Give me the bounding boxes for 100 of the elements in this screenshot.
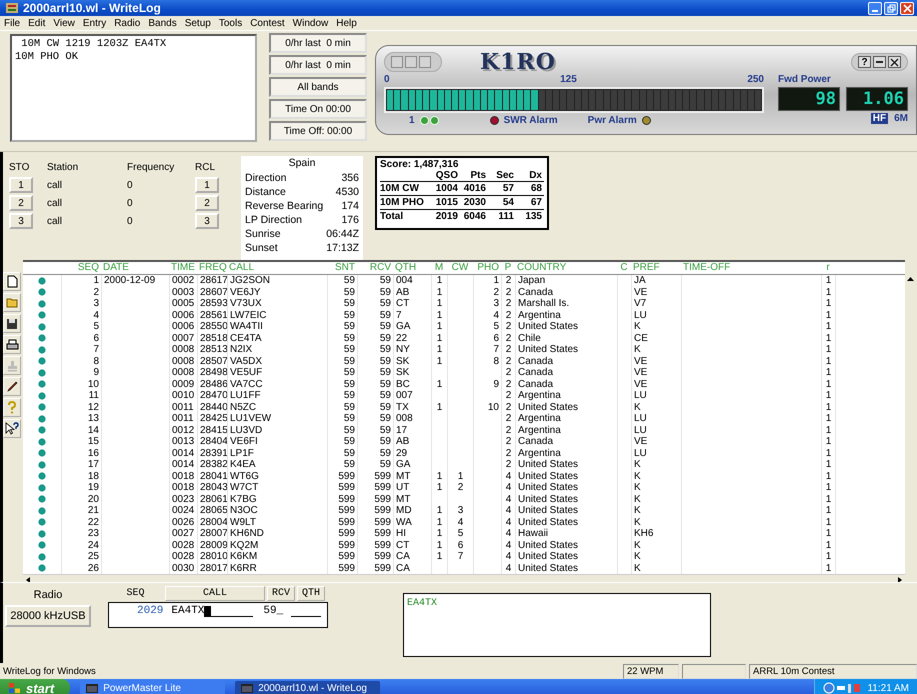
- table-cell: 59: [344, 378, 355, 390]
- toolbar-button[interactable]: [3, 335, 21, 354]
- table-cell: 008: [396, 413, 413, 424]
- table-cell: 4: [506, 551, 512, 562]
- menu-item[interactable]: Help: [336, 18, 357, 28]
- help-button[interactable]: ?: [858, 56, 871, 68]
- toolbar-button[interactable]: [3, 377, 21, 396]
- table-cell: K: [634, 459, 641, 470]
- table-cell: 1: [826, 459, 832, 470]
- status-panel: [682, 664, 746, 678]
- menu-item[interactable]: Edit: [28, 18, 46, 28]
- table-cell: 24: [88, 540, 99, 550]
- field-header[interactable]: RCV: [267, 586, 296, 601]
- status-dot-icon: [38, 495, 46, 504]
- table-cell: VE5UF: [230, 367, 262, 378]
- table-cell: 2: [506, 298, 512, 309]
- toolbar-button[interactable]: [3, 272, 21, 291]
- rate-button[interactable]: 0/hr last 0 min: [269, 55, 367, 75]
- menu-item[interactable]: Window: [292, 18, 328, 28]
- toolbar-button[interactable]: [3, 419, 21, 438]
- store-button[interactable]: 2: [9, 195, 33, 211]
- table-cell: 4: [506, 540, 512, 550]
- menu-item[interactable]: Setup: [184, 18, 211, 28]
- table-cell: Canada: [518, 286, 554, 298]
- clock: 11:21 AM: [867, 682, 909, 694]
- window-title: 2000arrl10.wl - WriteLog: [23, 1, 161, 15]
- table-cell: 1: [826, 436, 832, 447]
- minimize-button[interactable]: [873, 56, 886, 68]
- window-buttons-drawing: [384, 52, 442, 72]
- table-cell: KQ2M: [230, 540, 258, 550]
- column-header: RCL: [195, 162, 216, 172]
- store-button[interactable]: 1: [9, 177, 33, 193]
- band-label: 10M CW: [380, 182, 420, 195]
- entry-field[interactable]: 2029 EA4TX 59_: [108, 602, 328, 628]
- frequency-text: 0: [127, 198, 133, 208]
- table-cell: 004: [396, 275, 413, 286]
- frequency-button[interactable]: 28000 kHzUSB: [5, 605, 91, 627]
- recall-button[interactable]: 3: [195, 213, 219, 229]
- restore-button[interactable]: [884, 2, 898, 14]
- table-cell: UT: [396, 482, 410, 493]
- table-cell: 59: [344, 356, 355, 366]
- table-cell: W7CT: [230, 482, 258, 493]
- rate-button[interactable]: Time On 00:00: [269, 99, 367, 119]
- menu-item[interactable]: Entry: [82, 18, 106, 28]
- field-header[interactable]: CALL: [165, 586, 265, 601]
- table-cell: 1: [458, 470, 464, 482]
- field-header[interactable]: QTH: [297, 586, 326, 601]
- table-cell: 1: [826, 356, 832, 366]
- column-header[interactable]: r: [821, 262, 835, 274]
- seq-label: SEQ: [125, 588, 146, 599]
- table-cell: VA7CC: [230, 378, 263, 390]
- menu-item[interactable]: View: [53, 18, 75, 28]
- close-button[interactable]: [888, 56, 901, 68]
- info-label: Direction: [245, 171, 286, 185]
- menu-item[interactable]: File: [4, 18, 20, 28]
- table-cell: 1: [826, 275, 832, 286]
- status-dot-icon: [38, 449, 46, 458]
- menu-item[interactable]: Bands: [148, 18, 177, 28]
- info-value: 06:44Z: [326, 227, 359, 241]
- toolbar-button[interactable]: [3, 314, 21, 333]
- table-cell: V7: [634, 298, 646, 309]
- menu-item[interactable]: Radio: [114, 18, 140, 28]
- recall-button[interactable]: 2: [195, 195, 219, 211]
- table-cell: 6: [493, 332, 499, 344]
- rate-button[interactable]: 0/hr last 0 min: [269, 33, 367, 53]
- table-cell: N5ZC: [230, 402, 256, 412]
- table-cell: 2: [506, 390, 512, 401]
- store-button[interactable]: 3: [9, 213, 33, 229]
- new-document-icon: [6, 275, 18, 288]
- table-cell: 15: [88, 436, 99, 447]
- table-cell: 7: [396, 310, 402, 320]
- start-button[interactable]: start: [0, 679, 70, 694]
- menu-item[interactable]: Tools: [218, 18, 242, 28]
- status-dot-icon: [38, 392, 46, 400]
- table-cell: Argentina: [518, 390, 561, 401]
- table-cell: 599: [374, 505, 391, 516]
- table-cell: 59: [380, 459, 391, 470]
- restore-icon: [886, 4, 896, 12]
- taskbar-button[interactable]: PowerMaster Lite: [80, 680, 226, 694]
- rate-button[interactable]: Time Off: 00:00: [269, 121, 367, 141]
- table-cell: United States: [518, 402, 578, 412]
- table-cell: 59: [344, 436, 355, 447]
- table-cell: 21: [88, 505, 99, 516]
- recall-button[interactable]: 1: [195, 177, 219, 193]
- table-cell: 59: [344, 413, 355, 424]
- digital-readout: 1.06: [846, 87, 908, 111]
- country-name: Spain: [288, 157, 316, 171]
- table-cell: VE: [634, 367, 648, 378]
- table-cell: 2: [506, 286, 512, 298]
- table-cell: 2: [506, 378, 512, 390]
- table-cell: 59: [344, 310, 355, 320]
- table-cell: 1: [826, 540, 832, 550]
- menu-item[interactable]: Contest: [250, 18, 285, 28]
- table-cell: 59: [344, 286, 355, 298]
- table-cell-text: 1015: [434, 196, 458, 209]
- table-cell: United States: [518, 459, 578, 470]
- rate-button[interactable]: All bands: [269, 77, 367, 97]
- taskbar-button[interactable]: 2000arrl10.wl - WriteLog: [235, 680, 380, 694]
- table-cell: Canada: [518, 367, 554, 378]
- table-cell: 599: [338, 516, 355, 528]
